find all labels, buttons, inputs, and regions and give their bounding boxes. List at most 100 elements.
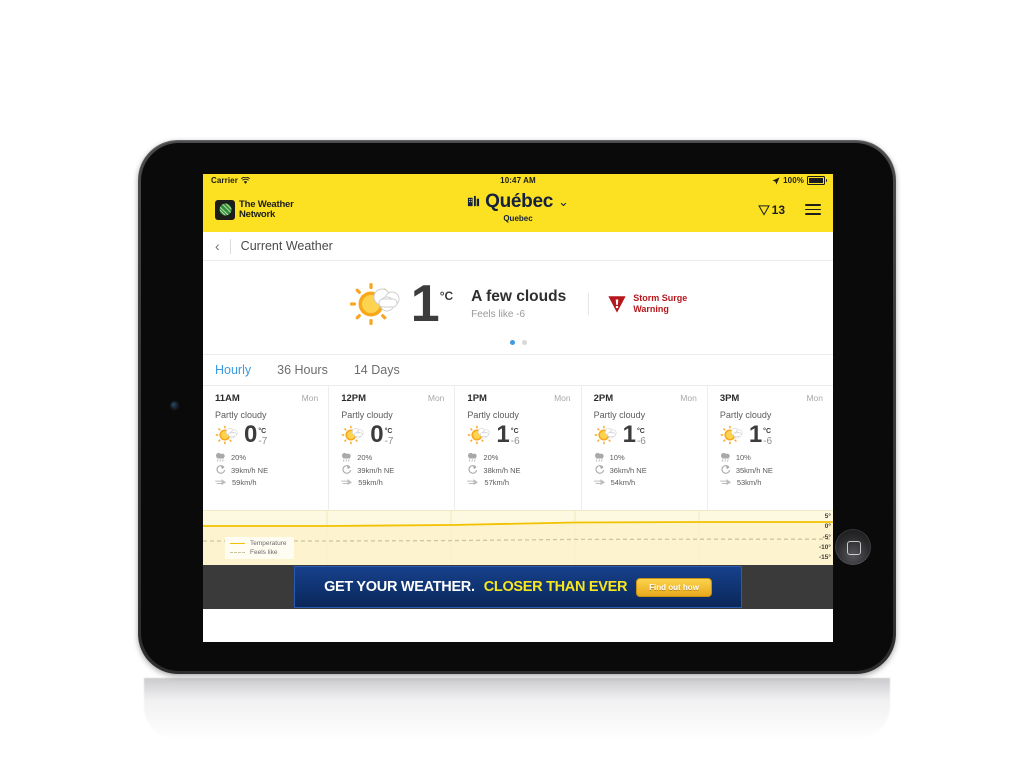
- hourly-forecast-column[interactable]: 11AM Mon Partly cloudy 0 °C -7 20% 39km/h NE…: [203, 386, 330, 510]
- alerts-button[interactable]: 13: [757, 202, 785, 217]
- hourly-units: °C -6: [636, 425, 646, 447]
- hourly-precip: 20%: [341, 452, 444, 462]
- hourly-gust-value: 59km/h: [358, 478, 383, 487]
- hourly-gust: 59km/h: [215, 478, 318, 487]
- location-selector[interactable]: Québec ⌄: [467, 191, 569, 212]
- hourly-day: Mon: [554, 393, 571, 403]
- hourly-forecast-column[interactable]: 2PM Mon Partly cloudy 1 °C -6 10% 36km/h NE …: [582, 386, 708, 510]
- hourly-time: 2PM: [593, 393, 614, 404]
- hourly-unit: °C: [258, 427, 267, 435]
- hourly-wind-value: 39km/h NE: [231, 465, 269, 475]
- hourly-temp-row: 1 °C -6: [594, 423, 697, 447]
- city-buildings-icon: [468, 195, 480, 207]
- rain-cloud-icon: [468, 452, 478, 462]
- current-feels-like: Feels like -6: [471, 308, 526, 320]
- wind-direction-icon: [721, 465, 730, 474]
- hourly-precip-value: 20%: [231, 452, 247, 462]
- chart-legend: Temperature Feels like: [225, 537, 294, 559]
- weather-warning-banner[interactable]: Storm Surge Warning: [588, 292, 687, 315]
- hourly-unit: °C: [763, 427, 772, 435]
- status-bar-right: 100%: [772, 176, 827, 185]
- alert-triangle-icon: [757, 204, 770, 216]
- ios-status-bar: Carrier 10:47 AM 100%: [203, 174, 833, 187]
- temperature-chart-svg: [203, 511, 833, 565]
- chart-y-axis: 5° 0° -5° -10° -15°: [807, 511, 831, 565]
- hourly-condition: Partly cloudy: [215, 410, 267, 420]
- hourly-forecast-column[interactable]: 12PM Mon Partly cloudy 0 °C -7 20% 39km/h NE…: [329, 386, 456, 510]
- temperature-chart: Temperature Feels like 5° 0° -5° -10° -1…: [203, 510, 833, 565]
- device-reflection: [144, 678, 890, 740]
- weather-network-globe-icon: [215, 199, 235, 220]
- hourly-header: 12PM Mon: [341, 393, 444, 404]
- hourly-precip-value: 20%: [483, 452, 499, 462]
- hourly-stats: 10% 36km/h NE 54km/h: [593, 452, 697, 487]
- hourly-day: Mon: [806, 393, 824, 403]
- hourly-condition: Partly cloudy: [593, 410, 646, 420]
- ad-cta-button[interactable]: Find out how: [636, 577, 712, 597]
- hourly-gust-value: 59km/h: [232, 478, 257, 487]
- hourly-feels-like: -6: [636, 435, 646, 447]
- y-tick: 5°: [824, 513, 831, 520]
- tab-hourly[interactable]: Hourly: [215, 363, 251, 377]
- navbar-divider: [229, 238, 231, 254]
- tab-36-hours[interactable]: 36 Hours: [277, 363, 328, 377]
- wind-direction-icon: [595, 465, 604, 474]
- page-navbar: ‹ Current Weather: [203, 232, 833, 261]
- wind-gust-icon: [215, 479, 227, 486]
- location-arrow-icon: [772, 176, 780, 184]
- home-button[interactable]: [835, 529, 871, 565]
- advertisement-banner[interactable]: GET YOUR WEATHER. CLOSER THAN EVER Find …: [294, 566, 742, 608]
- hourly-wind: 36km/h NE: [594, 465, 697, 475]
- hamburger-menu-icon[interactable]: [805, 204, 821, 215]
- app-logo[interactable]: The Weather Network: [215, 199, 294, 220]
- battery-percent-label: 100%: [783, 176, 804, 185]
- app-screen: Carrier 10:47 AM 100% The Weather Networ…: [203, 174, 833, 642]
- hourly-precip: 10%: [594, 452, 697, 462]
- hourly-stats: 20% 38km/h NE 57km/h: [467, 452, 570, 487]
- front-camera-icon: [171, 402, 178, 409]
- hourly-temperature: 0: [370, 421, 383, 448]
- tab-14-days[interactable]: 14 Days: [354, 363, 400, 377]
- pagination-dot-active[interactable]: [509, 340, 515, 345]
- hourly-time: 12PM: [341, 393, 367, 404]
- alert-count: 13: [771, 202, 785, 217]
- back-button[interactable]: ‹: [215, 239, 220, 253]
- home-button-square-icon: [847, 541, 861, 555]
- current-temperature: 1: [410, 274, 440, 333]
- hourly-temperature: 1: [496, 421, 509, 448]
- legend-entry-temperature: Temperature: [230, 540, 287, 547]
- pagination-dots[interactable]: [203, 340, 833, 345]
- logo-text: The Weather Network: [239, 199, 294, 220]
- hourly-header: 11AM Mon: [215, 393, 318, 404]
- forecast-tabs: Hourly 36 Hours 14 Days: [203, 354, 833, 386]
- hourly-wind: 35km/h NE: [720, 465, 823, 475]
- legend-label-feels-like: Feels like: [250, 549, 278, 556]
- hourly-header: 1PM Mon: [467, 393, 570, 404]
- hourly-forecast-column[interactable]: 1PM Mon Partly cloudy 1 °C -6 20% 38km/h NE …: [455, 386, 582, 510]
- hourly-temperature: 1: [748, 421, 762, 448]
- legend-label-temperature: Temperature: [250, 540, 287, 547]
- screenshot-canvas: Carrier 10:47 AM 100% The Weather Networ…: [0, 0, 1024, 768]
- carrier-label: Carrier: [211, 176, 238, 185]
- region-name: Quebec: [503, 214, 533, 223]
- hourly-units: °C -7: [258, 425, 267, 447]
- sun-behind-cloud-icon: [215, 425, 238, 445]
- hourly-unit: °C: [384, 427, 393, 435]
- hourly-precip-value: 10%: [609, 452, 625, 462]
- hourly-units: °C -6: [511, 425, 520, 447]
- hourly-feels-like: -7: [384, 435, 394, 447]
- hourly-precip-value: 20%: [357, 452, 373, 462]
- hourly-gust-value: 53km/h: [736, 478, 762, 487]
- chevron-down-icon: ⌄: [558, 194, 569, 209]
- pagination-dot[interactable]: [521, 340, 527, 345]
- hourly-gust: 53km/h: [719, 478, 823, 487]
- sun-behind-cloud-icon: [720, 425, 743, 445]
- status-bar-left: Carrier: [211, 176, 250, 185]
- wind-direction-icon: [468, 465, 478, 474]
- hourly-day: Mon: [680, 393, 697, 403]
- rain-cloud-icon: [215, 452, 225, 462]
- hourly-forecast-column[interactable]: 3PM Mon Partly cloudy 1 °C -6 10% 35km/h NE …: [708, 386, 833, 510]
- hourly-day: Mon: [427, 393, 445, 403]
- hourly-condition: Partly cloudy: [341, 410, 393, 420]
- hourly-time: 1PM: [467, 393, 487, 404]
